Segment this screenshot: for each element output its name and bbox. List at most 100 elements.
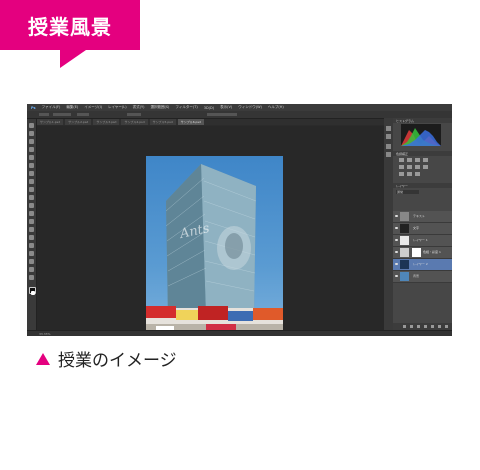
adjustment-icons xyxy=(399,158,449,178)
eraser-tool-icon[interactable] xyxy=(29,203,34,208)
document-tab[interactable]: サンプル3.psd xyxy=(93,119,120,125)
levels-icon[interactable] xyxy=(407,158,412,162)
quick-select-tool-icon[interactable] xyxy=(29,147,34,152)
layer-row-selected[interactable]: レイヤー 2 xyxy=(393,259,452,271)
layer-row[interactable]: テキスト xyxy=(393,211,452,223)
options-control[interactable] xyxy=(53,113,71,116)
menu-filter[interactable]: フィルター(T) xyxy=(175,105,197,110)
options-control[interactable] xyxy=(127,113,141,116)
eyedropper-tool-icon[interactable] xyxy=(29,163,34,168)
new-group-icon[interactable] xyxy=(431,325,434,328)
add-style-icon[interactable] xyxy=(410,325,413,328)
visibility-eye-icon[interactable] xyxy=(395,251,398,253)
visibility-eye-icon[interactable] xyxy=(395,275,398,277)
layer-name: 色相・彩度 1 xyxy=(423,250,441,254)
document-tab[interactable]: サンプル1.psd xyxy=(37,119,64,125)
right-panels: ヒストグラム 色調補正 レイヤー 通常 テキスト 文字 レイヤー 1 色相・彩度… xyxy=(393,118,452,330)
vibrance-icon[interactable] xyxy=(399,165,404,169)
options-control[interactable] xyxy=(207,113,237,116)
layers-tab[interactable]: レイヤー xyxy=(396,184,408,188)
adjustments-panel-header: 色調補正 xyxy=(393,151,452,156)
menu-image[interactable]: イメージ(I) xyxy=(84,105,102,110)
image-caption: 授業のイメージ xyxy=(36,346,177,371)
color-balance-icon[interactable] xyxy=(415,165,420,169)
layer-name: 文字 xyxy=(413,226,420,230)
pen-tool-icon[interactable] xyxy=(29,235,34,240)
menu-type[interactable]: 書式(Y) xyxy=(133,105,145,110)
visibility-eye-icon[interactable] xyxy=(395,239,398,241)
menu-help[interactable]: ヘルプ(H) xyxy=(268,105,284,110)
marquee-tool-icon[interactable] xyxy=(29,131,34,136)
layer-name: テキスト xyxy=(413,214,425,218)
histogram-tab[interactable]: ヒストグラム xyxy=(396,119,414,123)
character-panel-icon[interactable] xyxy=(386,144,391,149)
blend-mode-select[interactable]: 通常 xyxy=(396,190,419,194)
curves-icon[interactable] xyxy=(415,158,420,162)
layer-row[interactable]: 背景 xyxy=(393,271,452,283)
document-tabs: サンプル1.psd サンプル2.psd サンプル3.psd サンプル4.psd … xyxy=(37,119,387,125)
layer-row[interactable]: レイヤー 1 xyxy=(393,235,452,247)
menu-3d[interactable]: 3D(D) xyxy=(204,106,214,110)
gradient-tool-icon[interactable] xyxy=(29,211,34,216)
zoom-tool-icon[interactable] xyxy=(29,275,34,280)
link-layers-icon[interactable] xyxy=(403,325,406,328)
document-tab[interactable]: サンプル2.psd xyxy=(65,119,92,125)
brightness-icon[interactable] xyxy=(399,158,404,162)
document-tab[interactable]: サンプル5.psd xyxy=(149,119,176,125)
menu-app[interactable]: Ps xyxy=(31,106,36,110)
layer-name: レイヤー 2 xyxy=(413,262,428,266)
visibility-eye-icon[interactable] xyxy=(395,215,398,217)
black-white-icon[interactable] xyxy=(423,165,428,169)
options-control[interactable] xyxy=(39,113,49,116)
invert-icon[interactable] xyxy=(399,172,404,176)
building-photo: Ants xyxy=(146,156,283,336)
crop-tool-icon[interactable] xyxy=(29,155,34,160)
layer-thumbnail xyxy=(400,236,409,245)
type-tool-icon[interactable] xyxy=(29,243,34,248)
threshold-icon[interactable] xyxy=(415,172,420,176)
new-adjustment-icon[interactable] xyxy=(424,325,427,328)
menu-window[interactable]: ウィンドウ(W) xyxy=(238,105,262,110)
visibility-eye-icon[interactable] xyxy=(395,227,398,229)
trash-icon[interactable] xyxy=(445,325,448,328)
exposure-icon[interactable] xyxy=(423,158,428,162)
dodge-tool-icon[interactable] xyxy=(29,227,34,232)
lasso-tool-icon[interactable] xyxy=(29,139,34,144)
paragraph-panel-icon[interactable] xyxy=(386,152,391,157)
background-color-icon[interactable] xyxy=(31,291,35,295)
history-panel-icon[interactable] xyxy=(386,126,391,131)
menu-edit[interactable]: 編集(E) xyxy=(66,105,78,110)
section-label: 授業風景 xyxy=(0,0,140,50)
menu-file[interactable]: ファイル(F) xyxy=(42,105,61,110)
histogram-graph xyxy=(401,128,441,146)
layer-row[interactable]: 文字 xyxy=(393,223,452,235)
properties-panel-icon[interactable] xyxy=(386,134,391,139)
layer-row[interactable]: 色相・彩度 1 xyxy=(393,247,452,259)
options-control[interactable] xyxy=(77,113,89,116)
layer-thumbnail xyxy=(400,272,409,281)
caption-text: 授業のイメージ xyxy=(58,351,177,371)
blur-tool-icon[interactable] xyxy=(29,219,34,224)
hand-tool-icon[interactable] xyxy=(29,267,34,272)
document-tab[interactable]: サンプル4.psd xyxy=(121,119,148,125)
path-select-tool-icon[interactable] xyxy=(29,251,34,256)
menu-select[interactable]: 選択範囲(S) xyxy=(150,105,169,110)
stamp-tool-icon[interactable] xyxy=(29,187,34,192)
move-tool-icon[interactable] xyxy=(29,123,34,128)
menu-view[interactable]: 表示(V) xyxy=(220,105,232,110)
histogram-panel-header: ヒストグラム xyxy=(393,118,452,123)
adjustments-tab[interactable]: 色調補正 xyxy=(396,152,408,156)
visibility-eye-icon[interactable] xyxy=(395,263,398,265)
shape-tool-icon[interactable] xyxy=(29,259,34,264)
posterize-icon[interactable] xyxy=(407,172,412,176)
history-brush-tool-icon[interactable] xyxy=(29,195,34,200)
new-layer-icon[interactable] xyxy=(438,325,441,328)
add-mask-icon[interactable] xyxy=(417,325,420,328)
healing-tool-icon[interactable] xyxy=(29,171,34,176)
document-tab-active[interactable]: サンプル6.psd xyxy=(177,119,204,125)
status-bar: 33.33% xyxy=(27,330,452,336)
menu-layer[interactable]: レイヤー(L) xyxy=(108,105,127,110)
brush-tool-icon[interactable] xyxy=(29,179,34,184)
canvas-area[interactable]: Ants xyxy=(37,126,384,336)
hue-saturation-icon[interactable] xyxy=(407,165,412,169)
